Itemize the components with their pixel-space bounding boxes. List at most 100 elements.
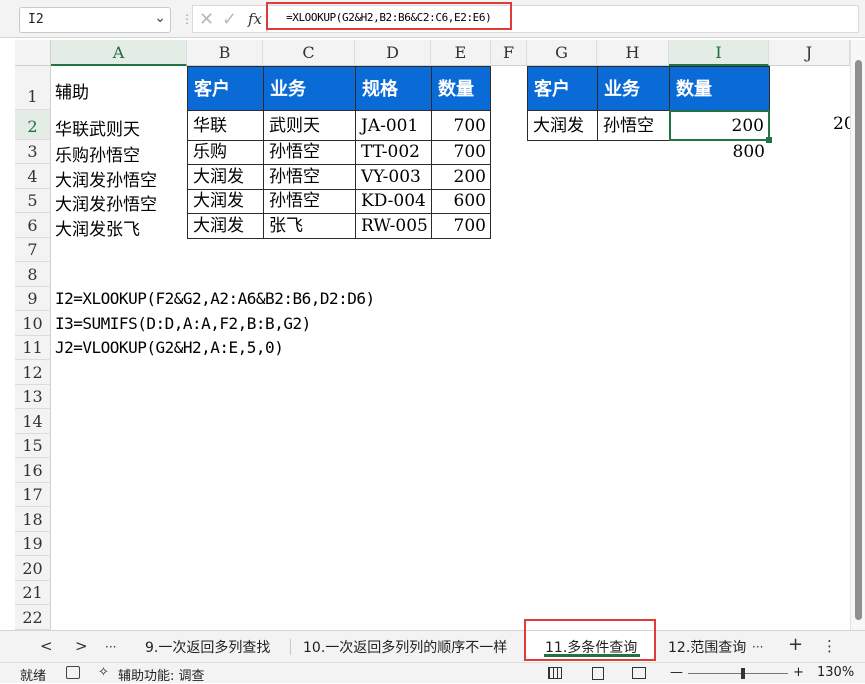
cell-e4[interactable]: 200 [431, 164, 491, 190]
cell-b3[interactable]: 乐购 [187, 140, 264, 165]
cell-e2[interactable]: 700 [431, 110, 491, 141]
chevron-down-icon[interactable]: ⌄ [154, 10, 166, 26]
row-header-14[interactable]: 14 [15, 409, 51, 434]
accessibility-status[interactable]: 辅助功能: 调查 [118, 665, 205, 684]
cell-c2[interactable]: 武则天 [263, 110, 356, 141]
cell-b6[interactable]: 大润发 [187, 213, 264, 239]
cell-c1-header[interactable]: 业务 [263, 66, 356, 111]
cell-b5[interactable]: 大润发 [187, 189, 264, 214]
row-header-2[interactable]: 2 [15, 110, 51, 140]
row-header-17[interactable]: 17 [15, 483, 51, 507]
row-header-6[interactable]: 6 [15, 213, 51, 238]
tab-next-button[interactable]: > [75, 637, 88, 655]
column-header-h[interactable]: H [597, 40, 669, 66]
row-header-20[interactable]: 20 [15, 556, 51, 581]
cancel-icon[interactable]: ✕ [199, 9, 214, 30]
cell-i1-header[interactable]: 数量 [669, 66, 770, 111]
normal-view-icon[interactable] [548, 667, 562, 679]
zoom-out-button[interactable]: — [670, 665, 683, 680]
zoom-slider-thumb[interactable] [741, 668, 745, 679]
cell-a4[interactable]: 大润发孙悟空 [55, 166, 157, 191]
cell-a10-note[interactable]: I3=SUMIFS(D:D,A:A,F2,B:B,G2) [55, 314, 311, 333]
row-header-3[interactable]: 3 [15, 140, 51, 164]
zoom-level[interactable]: 130% [817, 665, 854, 680]
page-break-view-icon[interactable] [632, 667, 646, 679]
select-all-corner[interactable] [15, 40, 51, 66]
cell-e3[interactable]: 700 [431, 140, 491, 165]
column-header-i[interactable]: I [669, 40, 769, 66]
accessibility-icon[interactable]: ✧ [98, 665, 109, 680]
cell-e1-header[interactable]: 数量 [431, 66, 491, 111]
name-box[interactable]: I2 ⌄ [19, 7, 171, 33]
zoom-in-button[interactable]: + [793, 665, 804, 680]
row-header-12[interactable]: 12 [15, 360, 51, 385]
row-header-22[interactable]: 22 [15, 605, 51, 630]
column-header-f[interactable]: F [491, 40, 527, 66]
cell-d6[interactable]: RW-005 [355, 213, 432, 239]
cell-i3[interactable]: 800 [669, 140, 769, 164]
cell-d5[interactable]: KD-004 [355, 189, 432, 214]
cell-e6[interactable]: 700 [431, 213, 491, 239]
cell-h2[interactable]: 孙悟空 [597, 110, 670, 141]
column-header-j[interactable]: J [769, 40, 850, 66]
cell-a9-note[interactable]: I2=XLOOKUP(F2&G2,A2:A6&B2:B6,D2:D6) [55, 289, 375, 308]
spreadsheet-grid[interactable]: A B C D E F G H I J 1 2 3 4 5 6 7 8 9 10… [15, 40, 855, 630]
cell-d3[interactable]: TT-002 [355, 140, 432, 165]
row-header-13[interactable]: 13 [15, 385, 51, 409]
row-header-10[interactable]: 10 [15, 311, 51, 336]
sheet-options-button[interactable]: ⋮ [822, 637, 837, 655]
column-header-e[interactable]: E [431, 40, 491, 66]
page-layout-view-icon[interactable] [592, 667, 604, 680]
cell-c5[interactable]: 孙悟空 [263, 189, 356, 214]
cell-d4[interactable]: VY-003 [355, 164, 432, 190]
add-sheet-button[interactable]: + [788, 634, 803, 655]
cell-a1[interactable]: 辅助 [55, 78, 89, 103]
row-header-15[interactable]: 15 [15, 434, 51, 458]
cell-g2[interactable]: 大润发 [527, 110, 598, 141]
cell-a3[interactable]: 乐购孙悟空 [55, 141, 140, 166]
insert-function-icon[interactable]: fx [248, 10, 262, 28]
cell-c3[interactable]: 孙悟空 [263, 140, 356, 165]
zoom-slider-track[interactable] [688, 673, 788, 674]
row-header-18[interactable]: 18 [15, 507, 51, 532]
cell-d1-header[interactable]: 规格 [355, 66, 432, 111]
row-header-8[interactable]: 8 [15, 262, 51, 287]
cell-a11-note[interactable]: J2=VLOOKUP(G2&H2,A:E,5,0) [55, 338, 284, 357]
column-header-b[interactable]: B [187, 40, 263, 66]
column-header-c[interactable]: C [263, 40, 355, 66]
macro-record-icon[interactable] [66, 666, 80, 679]
row-header-19[interactable]: 19 [15, 532, 51, 556]
row-header-7[interactable]: 7 [15, 238, 51, 262]
row-header-5[interactable]: 5 [15, 189, 51, 213]
cell-b1-header[interactable]: 客户 [187, 66, 264, 111]
row-header-9[interactable]: 9 [15, 287, 51, 311]
cell-a6[interactable]: 大润发张飞 [55, 215, 140, 240]
column-header-g[interactable]: G [527, 40, 597, 66]
cell-e5[interactable]: 600 [431, 189, 491, 214]
cell-g1-header[interactable]: 客户 [527, 66, 598, 111]
cell-i2-active[interactable]: 200 [669, 110, 770, 141]
cell-c4[interactable]: 孙悟空 [263, 164, 356, 190]
cell-h1-header[interactable]: 业务 [597, 66, 670, 111]
column-header-d[interactable]: D [355, 40, 431, 66]
tab-sheet-10[interactable]: 10.一次返回多列列的顺序不一样 [303, 637, 507, 657]
row-header-21[interactable]: 21 [15, 581, 51, 605]
row-header-1[interactable]: 1 [15, 66, 51, 110]
row-header-4[interactable]: 4 [15, 164, 51, 189]
vertical-scrollbar-thumb[interactable] [855, 60, 862, 620]
vertical-scrollbar[interactable] [850, 40, 865, 630]
column-header-a[interactable]: A [51, 40, 187, 66]
cell-b2[interactable]: 华联 [187, 110, 264, 141]
cell-c6[interactable]: 张飞 [263, 213, 356, 239]
confirm-icon[interactable]: ✓ [222, 9, 237, 30]
cell-d2[interactable]: JA-001 [355, 110, 432, 141]
cell-b4[interactable]: 大润发 [187, 164, 264, 190]
cell-a5[interactable]: 大润发孙悟空 [55, 190, 157, 215]
tab-more-left-button[interactable]: ··· [105, 640, 116, 654]
tab-prev-button[interactable]: < [40, 637, 53, 655]
row-header-16[interactable]: 16 [15, 458, 51, 483]
row-header-11[interactable]: 11 [15, 336, 51, 360]
cell-a2[interactable]: 华联武则天 [55, 115, 140, 140]
drag-handle-icon[interactable]: ⋮ [181, 12, 193, 26]
tab-sheet-12[interactable]: 12.范围查询 [668, 637, 746, 657]
